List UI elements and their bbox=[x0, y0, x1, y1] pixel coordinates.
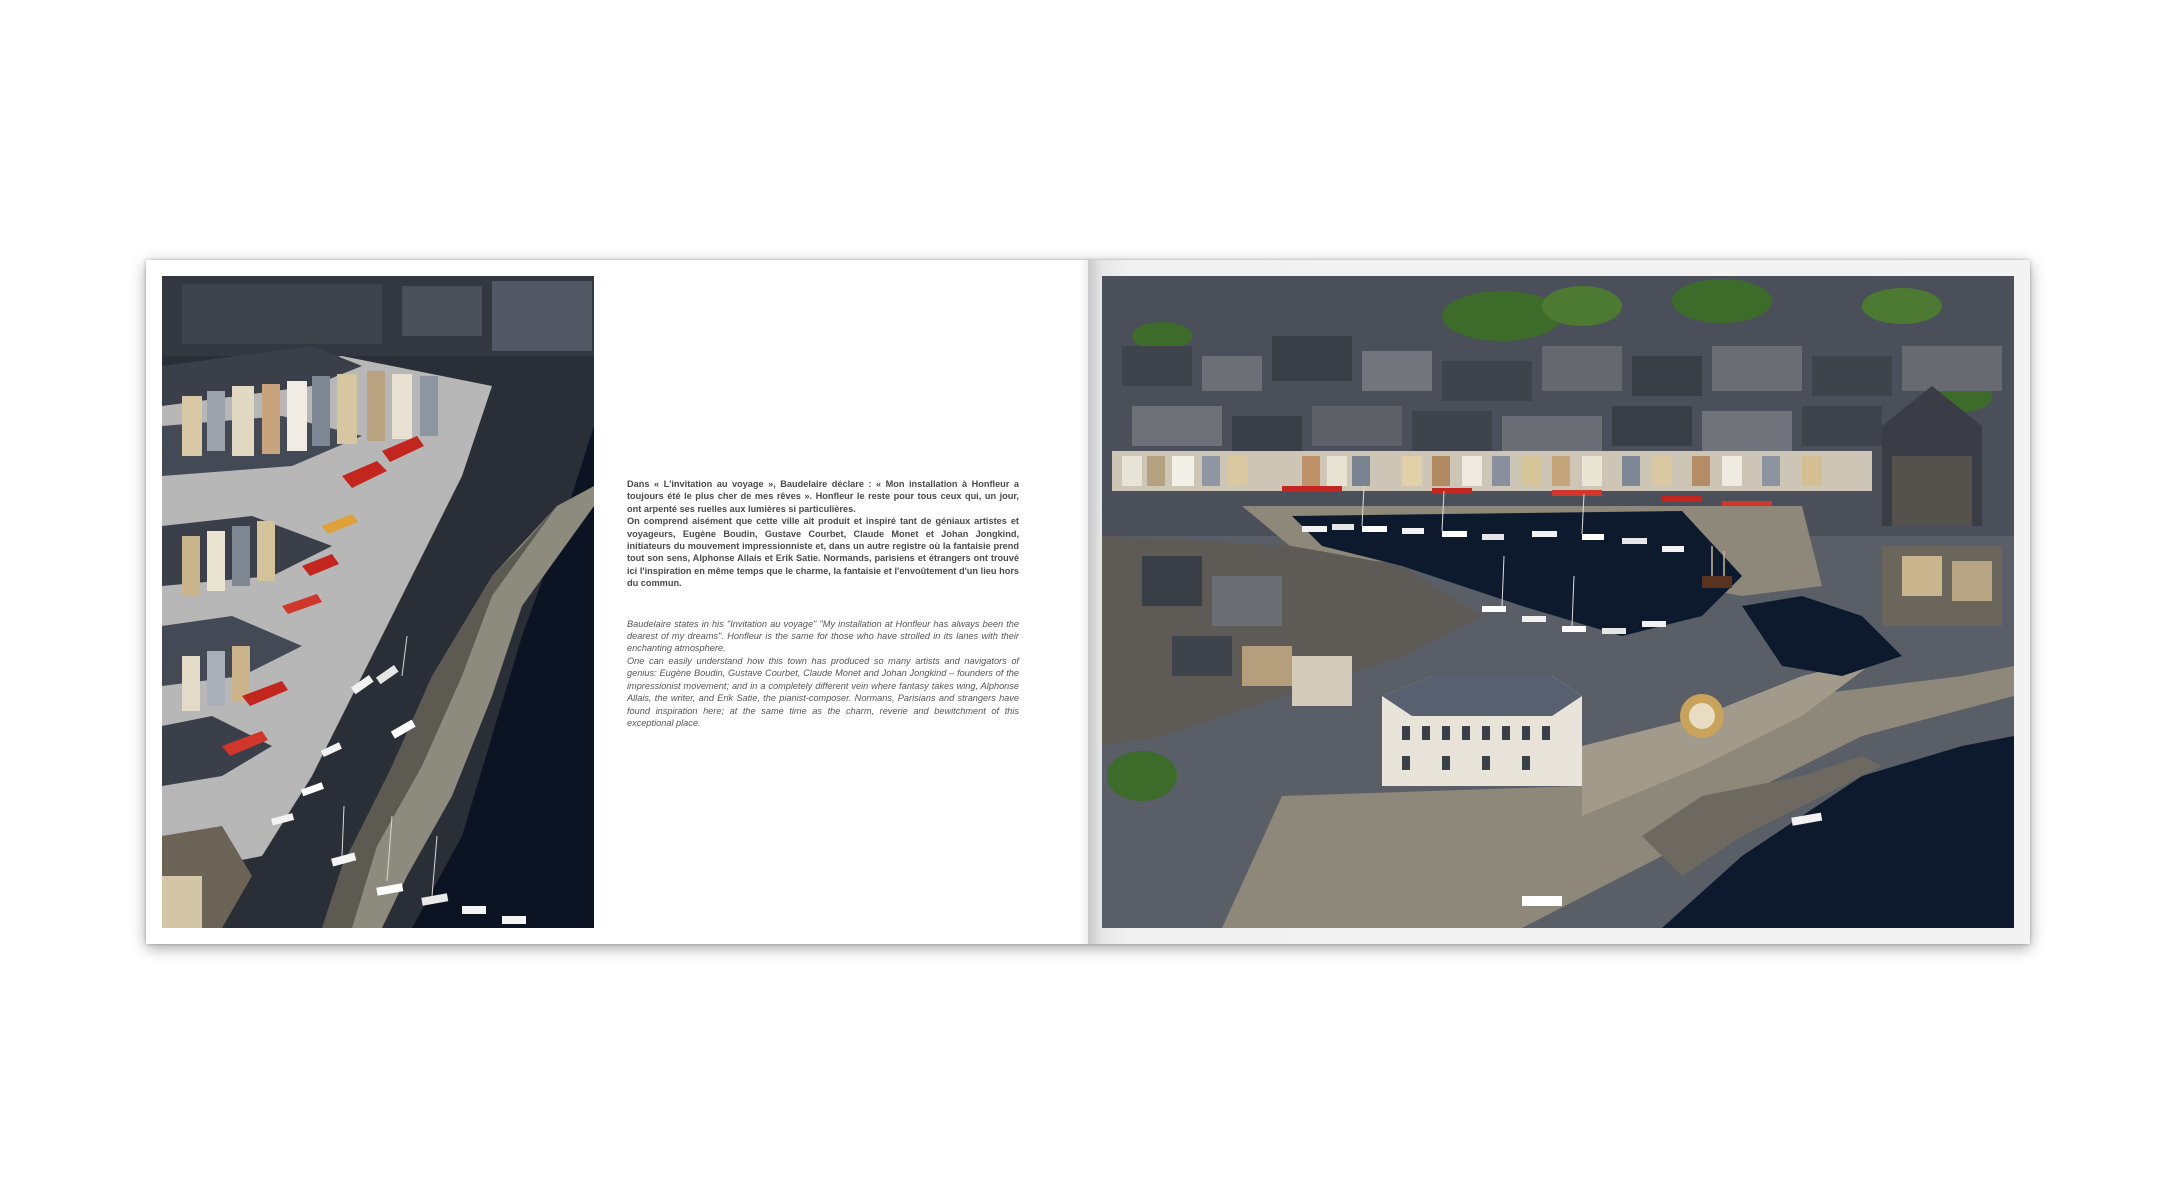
french-text: Dans « L'invitation au voyage », Baudela… bbox=[627, 478, 1019, 590]
french-paragraph: On comprend aisément que cette ville ait… bbox=[627, 516, 1019, 589]
english-paragraph: Baudelaire states in his "Invitation au … bbox=[627, 618, 1019, 654]
french-paragraph: Dans « L'invitation au voyage », Baudela… bbox=[627, 479, 1019, 514]
bilingual-text: Dans « L'invitation au voyage », Baudela… bbox=[627, 478, 1019, 729]
left-page: Dans « L'invitation au voyage », Baudela… bbox=[146, 260, 1088, 944]
right-page bbox=[1088, 260, 2030, 944]
harbour-quay-photo bbox=[162, 276, 594, 928]
english-paragraph: One can easily understand how this town … bbox=[627, 655, 1019, 728]
book-spread: Dans « L'invitation au voyage », Baudela… bbox=[146, 260, 2030, 944]
gutter-shadow bbox=[1078, 260, 1088, 944]
vieux-bassin-panorama-photo bbox=[1102, 276, 2014, 928]
english-text: Baudelaire states in his "Invitation au … bbox=[627, 618, 1019, 730]
